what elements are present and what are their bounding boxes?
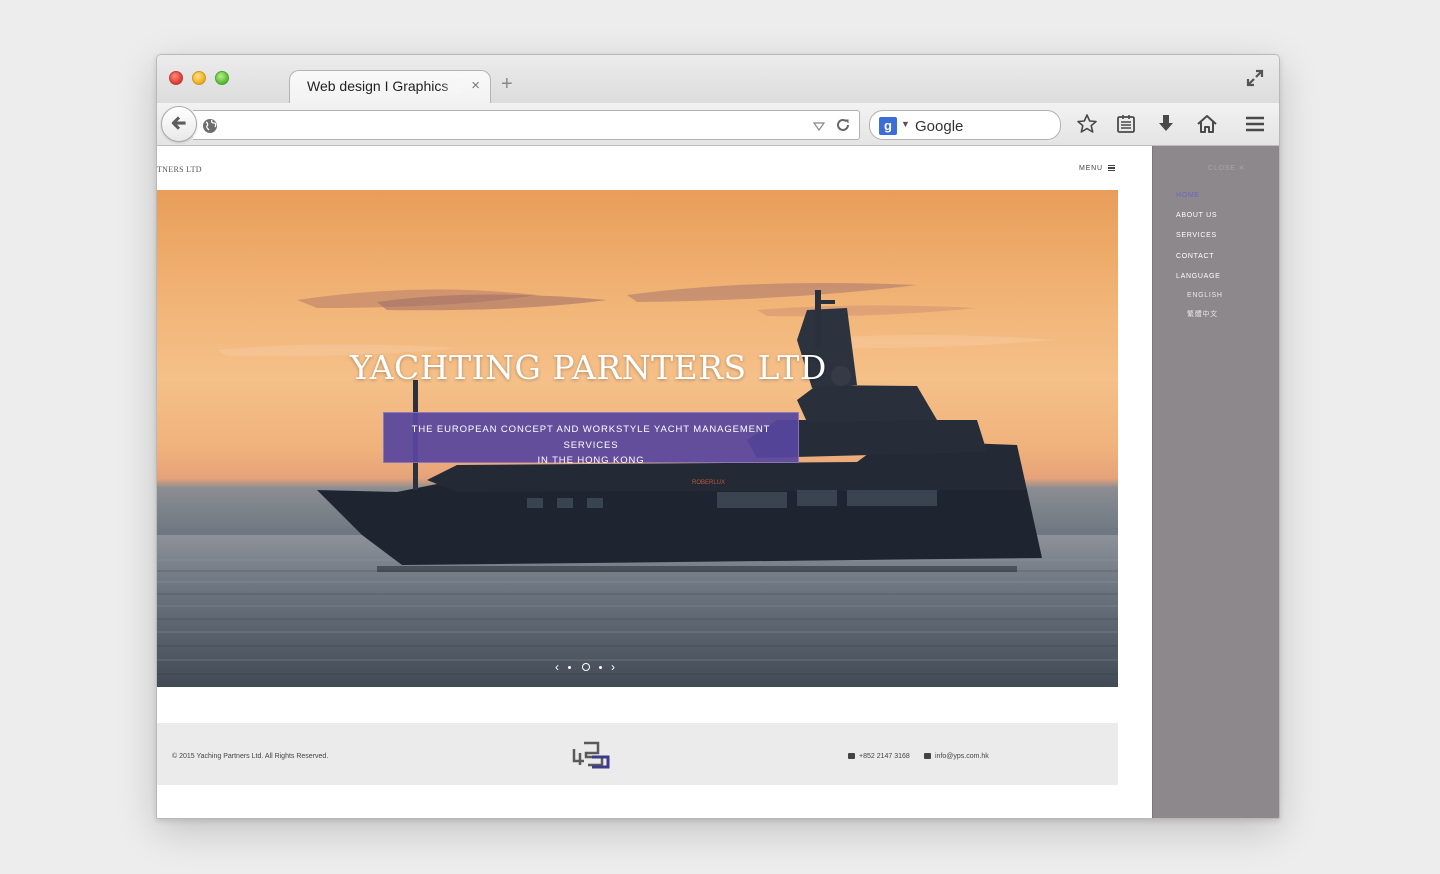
- hero-subtitle-box: THE EUROPEAN CONCEPT AND WORKSTYLE YACHT…: [383, 412, 799, 466]
- email-text: info@yps.com.hk: [935, 753, 989, 760]
- hero-title: YACHTING PARNTERS LTD: [350, 348, 827, 387]
- hero-subtitle-line-1: THE EUROPEAN CONCEPT AND WORKSTYLE YACHT…: [411, 424, 771, 451]
- menu-icon[interactable]: [1244, 113, 1266, 135]
- search-input[interactable]: [915, 115, 1055, 137]
- slider-dot[interactable]: [568, 666, 571, 669]
- slider-next-arrow-icon[interactable]: ›: [611, 660, 615, 674]
- email-icon: [924, 753, 931, 759]
- google-icon[interactable]: g: [879, 117, 897, 135]
- download-icon[interactable]: [1155, 113, 1177, 135]
- site-footer: © 2015 Yaching Partners Ltd. All Rights …: [157, 723, 1118, 785]
- address-bar[interactable]: [193, 110, 860, 140]
- slider-dot-active[interactable]: [582, 663, 590, 671]
- side-menu-item-home[interactable]: HOME: [1176, 192, 1200, 199]
- hamburger-icon: [1107, 165, 1115, 171]
- hero-subtitle-line-2: IN THE HONG KONG: [537, 455, 645, 466]
- fullscreen-icon[interactable]: [1245, 68, 1265, 88]
- close-menu-button[interactable]: CLOSE ✕: [1208, 164, 1245, 172]
- dropdown-icon[interactable]: [812, 119, 826, 133]
- back-icon: [171, 116, 186, 130]
- navigation-toolbar: g ▼: [157, 103, 1279, 146]
- hero-slider: ROBERLUX YACHTING PARNTERS LTD THE EUROP…: [157, 190, 1118, 687]
- menu-toggle-button[interactable]: MENU: [1079, 165, 1115, 172]
- side-menu-item-contact[interactable]: CONTACT: [1176, 253, 1214, 260]
- footer-email[interactable]: info@yps.com.hk: [924, 753, 989, 760]
- back-button[interactable]: [161, 106, 197, 142]
- language-option-chinese[interactable]: 繁體中文: [1187, 309, 1218, 319]
- browser-tab[interactable]: Web design I Graphics ×: [289, 70, 491, 104]
- site-logo-text[interactable]: TNERS LTD: [157, 165, 202, 174]
- side-menu-item-about-us[interactable]: ABOUT US: [1176, 212, 1217, 219]
- yacht-name-text: ROBERLUX: [692, 480, 725, 486]
- tab-title: Web design I Graphics: [307, 78, 462, 94]
- globe-icon: [203, 119, 217, 133]
- new-tab-button[interactable]: +: [501, 73, 513, 96]
- language-option-english[interactable]: ENGLISH: [1187, 292, 1223, 299]
- phone-text: +852 2147 3168: [859, 753, 910, 760]
- tab-close-icon[interactable]: ×: [471, 77, 480, 94]
- tab-bar: Web design I Graphics × +: [157, 55, 1279, 104]
- phone-icon: [848, 753, 855, 759]
- slider-dot[interactable]: [599, 666, 602, 669]
- footer-phone[interactable]: +852 2147 3168: [848, 753, 910, 760]
- search-engine-caret-icon[interactable]: ▼: [901, 119, 910, 129]
- reload-icon[interactable]: [835, 117, 851, 133]
- star-icon[interactable]: [1076, 113, 1098, 135]
- zoom-window-button[interactable]: [215, 71, 229, 85]
- side-menu-item-services[interactable]: SERVICES: [1176, 232, 1217, 239]
- slider-navigation: ‹ ›: [555, 660, 625, 675]
- home-icon[interactable]: [1196, 113, 1218, 135]
- minimize-window-button[interactable]: [192, 71, 206, 85]
- search-bar[interactable]: g ▼: [869, 110, 1061, 140]
- side-navigation-menu: CLOSE ✕ HOME ABOUT US SERVICES CONTACT L…: [1152, 146, 1279, 818]
- yps-logo-icon[interactable]: [572, 739, 610, 769]
- close-window-button[interactable]: [169, 71, 183, 85]
- url-input[interactable]: [227, 115, 797, 137]
- slider-prev-arrow-icon[interactable]: ‹: [555, 660, 559, 674]
- browser-window: Web design I Graphics × + g ▼ Google TNE…: [156, 54, 1280, 819]
- page-viewport: TNERS LTD MENU ROBERLUX YACHTING PARNTER…: [157, 146, 1279, 818]
- copyright-text: © 2015 Yaching Partners Ltd. All Rights …: [172, 753, 329, 760]
- menu-label: MENU: [1079, 165, 1103, 172]
- site-header: TNERS LTD MENU: [157, 146, 1118, 190]
- reading-list-icon[interactable]: [1115, 113, 1137, 135]
- side-menu-item-language[interactable]: LANGUAGE: [1176, 273, 1221, 280]
